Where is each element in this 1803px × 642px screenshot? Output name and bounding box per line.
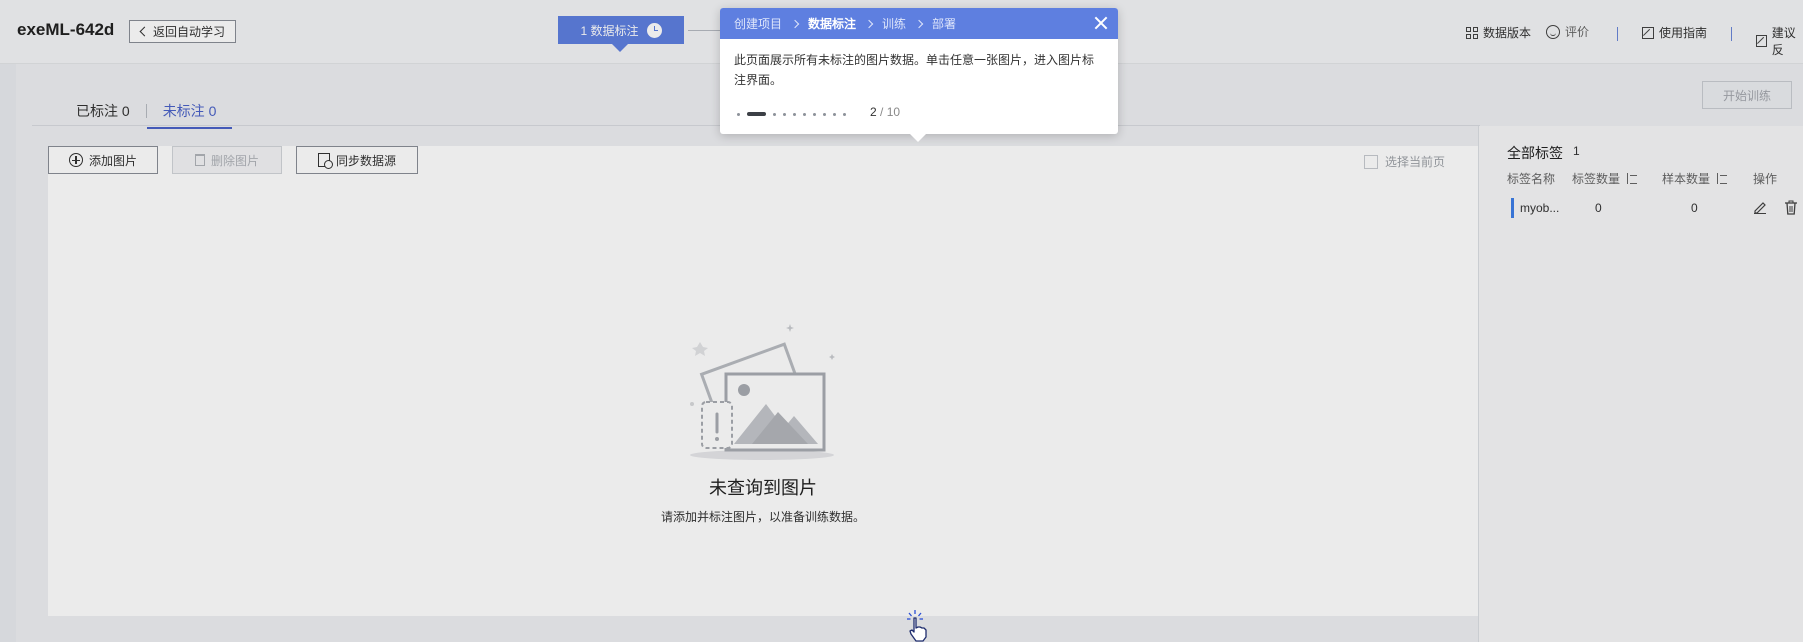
rate-label: 评价 bbox=[1565, 25, 1590, 39]
col-tag-name: 标签名称 bbox=[1507, 170, 1555, 187]
crumb-create-project: 创建项目 bbox=[734, 17, 783, 31]
chevron-right-icon bbox=[914, 19, 924, 28]
suggest-link[interactable]: 建议反 bbox=[1756, 24, 1803, 58]
col-sample-count[interactable]: 样本数量 bbox=[1662, 170, 1728, 187]
sync-source-label: 同步数据源 bbox=[335, 153, 396, 168]
suggest-label: 建议反 bbox=[1771, 26, 1796, 57]
rate-link[interactable]: 评价 bbox=[1546, 23, 1589, 40]
sample-count-value: 0 bbox=[1691, 201, 1698, 215]
page-dot[interactable] bbox=[793, 112, 796, 116]
feedback-icon bbox=[1756, 35, 1767, 47]
guide-breadcrumb: 创建项目 数据标注 训练 部署 bbox=[720, 8, 1118, 39]
crumb-deploy: 部署 bbox=[932, 17, 957, 31]
app-title: exeML-642d bbox=[17, 20, 115, 39]
page-dot[interactable] bbox=[823, 112, 826, 116]
page-dot[interactable] bbox=[843, 112, 846, 116]
data-version-label: 数据版本 bbox=[1483, 26, 1532, 40]
image-list-area: 添加图片 删除图片 同步数据源 选择当前页 未查询到图片 请添加并标注图片，以准… bbox=[48, 146, 1478, 616]
col-tag-count[interactable]: 标签数量 bbox=[1572, 170, 1638, 187]
edit-icon bbox=[1642, 26, 1654, 39]
clock-icon bbox=[646, 22, 662, 38]
crumb-train: 训练 bbox=[882, 17, 907, 31]
guide-text: 此页面展示所有未标注的图片数据。单击任意一张图片，进入图片标注界面。 bbox=[734, 53, 1095, 87]
empty-images-illustration bbox=[690, 324, 835, 460]
divider bbox=[1617, 27, 1618, 41]
all-tags-title: 全部标签 1 bbox=[1507, 143, 1580, 163]
guide-page-indicator: 2 / 10 bbox=[870, 105, 900, 119]
empty-title: 未查询到图片 bbox=[709, 478, 817, 498]
guide-page-current: 2 bbox=[870, 105, 877, 119]
select-page-label: 选择当前页 bbox=[1385, 155, 1446, 169]
tag-row: myob... 0 0 bbox=[1507, 198, 1802, 218]
page-dot[interactable] bbox=[773, 112, 776, 116]
guide-popup: 创建项目 数据标注 训练 部署 此页面展示所有未标注的图片数据。单击任意一张图片… bbox=[720, 8, 1118, 142]
main-panel: 已标注 0 未标注 0 开始训练 添加图片 删除图片 同步数据源 选择当前页 未… bbox=[16, 64, 1803, 642]
page-dot-active[interactable] bbox=[747, 112, 766, 116]
add-image-button[interactable]: 添加图片 bbox=[48, 146, 158, 174]
page-dot[interactable] bbox=[803, 112, 806, 116]
start-training-button[interactable]: 开始训练 bbox=[1702, 81, 1792, 109]
col-sample-count-label: 样本数量 bbox=[1662, 172, 1711, 186]
delete-image-button[interactable]: 删除图片 bbox=[172, 146, 282, 174]
chevron-left-icon bbox=[139, 26, 150, 37]
crumb-data-labeling: 数据标注 bbox=[808, 17, 857, 31]
all-tags-label: 全部标签 bbox=[1507, 145, 1563, 161]
smile-icon bbox=[1546, 24, 1560, 39]
divider bbox=[1731, 27, 1732, 41]
guide-pointer bbox=[909, 133, 927, 142]
step-label: 1 数据标注 bbox=[580, 23, 639, 38]
grid-icon bbox=[1466, 26, 1478, 39]
chevron-right-icon bbox=[864, 19, 874, 28]
tag-total-count: 1 bbox=[1573, 144, 1580, 158]
select-current-page[interactable]: 选择当前页 bbox=[1364, 153, 1445, 170]
step-pointer bbox=[612, 44, 628, 52]
tag-name: myob... bbox=[1520, 201, 1560, 215]
col-tag-name-label: 标签名称 bbox=[1507, 172, 1556, 186]
delete-image-label: 删除图片 bbox=[210, 153, 259, 168]
step-data-labeling[interactable]: 1 数据标注 bbox=[558, 16, 684, 44]
trash-icon bbox=[194, 154, 205, 166]
empty-description: 请添加并标注图片，以准备训练数据。 bbox=[660, 510, 865, 524]
delete-tag-icon[interactable] bbox=[1784, 200, 1798, 215]
back-button-label: 返回自动学习 bbox=[153, 25, 226, 39]
page-dot[interactable] bbox=[783, 112, 786, 116]
close-icon[interactable] bbox=[1093, 15, 1109, 31]
step-connector bbox=[688, 30, 720, 31]
data-version-link[interactable]: 数据版本 bbox=[1466, 24, 1531, 41]
guide-pagination-dots bbox=[737, 112, 846, 116]
page-dot[interactable] bbox=[833, 112, 836, 116]
back-to-automl-button[interactable]: 返回自动学习 bbox=[129, 20, 237, 43]
sync-source-button[interactable]: 同步数据源 bbox=[296, 146, 418, 174]
tag-count-value: 0 bbox=[1595, 201, 1602, 215]
edit-tag-icon[interactable] bbox=[1753, 200, 1767, 214]
guide-page-total: / 10 bbox=[876, 105, 901, 119]
sync-icon bbox=[317, 153, 333, 169]
col-action: 操作 bbox=[1753, 170, 1777, 187]
sort-icon[interactable] bbox=[1626, 173, 1638, 184]
guide-label: 使用指南 bbox=[1659, 26, 1708, 40]
tag-color-bar bbox=[1511, 198, 1514, 218]
chevron-right-icon bbox=[790, 19, 800, 28]
page-dot[interactable] bbox=[813, 112, 816, 116]
page-dot[interactable] bbox=[737, 112, 740, 116]
hand-cursor-icon bbox=[907, 610, 927, 642]
plus-circle-icon bbox=[68, 153, 83, 167]
col-tag-count-label: 标签数量 bbox=[1572, 172, 1621, 186]
select-page-checkbox[interactable] bbox=[1364, 154, 1378, 169]
col-action-label: 操作 bbox=[1753, 172, 1778, 186]
sort-icon[interactable] bbox=[1716, 173, 1728, 184]
tag-panel: 全部标签 1 标签名称 标签数量 样本数量 操作 myob... 0 0 bbox=[1478, 126, 1803, 642]
add-image-label: 添加图片 bbox=[88, 153, 137, 168]
guide-link[interactable]: 使用指南 bbox=[1642, 24, 1707, 41]
